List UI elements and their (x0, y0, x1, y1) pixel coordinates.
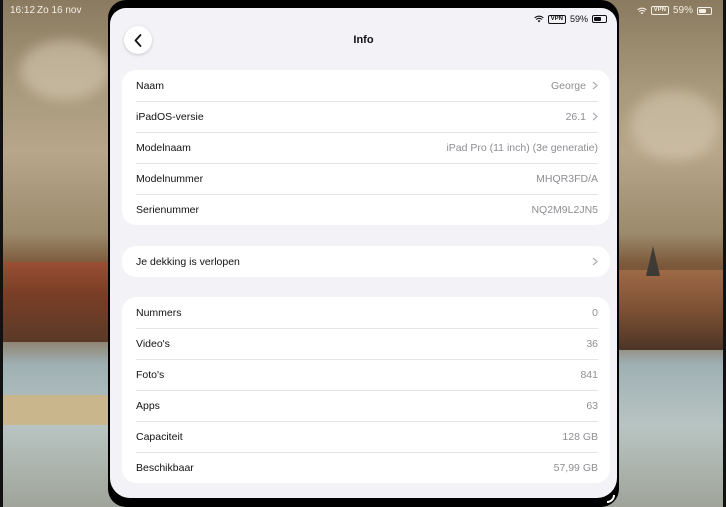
page-title: Info (353, 34, 374, 46)
battery-percentage: 59% (672, 5, 693, 16)
chevron-right-icon (592, 81, 598, 90)
row-value: iPad Pro (11 inch) (3e generatie) (446, 141, 598, 154)
status-time: 16:12 (10, 5, 36, 16)
chevron-right-icon (592, 257, 598, 266)
navigation-bar: Info (110, 26, 617, 56)
status-bar: VPN 59% (533, 14, 607, 24)
row-value: George (550, 79, 586, 92)
photos-row: Foto's 841 (122, 359, 610, 390)
device-info-card: Naam George iPadOS-versie 26.1 Modelnaam… (122, 70, 610, 225)
row-label: Serienummer (136, 203, 200, 216)
ipad-device: VPN 59% Info Naam George iPadOS-versie 2… (108, 0, 619, 507)
row-value: 841 (580, 368, 598, 381)
songs-row: Nummers 0 (122, 297, 610, 328)
wifi-icon (636, 7, 647, 14)
row-value: 0 (592, 306, 598, 319)
model-number-row[interactable]: Modelnummer MHQR3FD/A (122, 163, 610, 194)
ipados-version-row[interactable]: iPadOS-versie 26.1 (122, 101, 610, 132)
model-name-row: Modelnaam iPad Pro (11 inch) (3e generat… (122, 132, 610, 163)
chevron-right-icon (592, 112, 598, 121)
row-value: 128 GB (562, 430, 598, 443)
row-label: Capaciteit (136, 430, 183, 443)
row-value: 36 (586, 337, 598, 350)
row-label: Modelnummer (136, 172, 204, 185)
vpn-badge: VPN (650, 6, 669, 15)
row-label: Naam (136, 79, 165, 92)
media-card: Nummers 0 Video's 36 Foto's 841 Apps 63 … (122, 297, 610, 483)
row-label: Modelnaam (136, 141, 191, 154)
row-label: Video's (136, 337, 170, 350)
name-row[interactable]: Naam George (122, 70, 610, 101)
wifi-icon (533, 15, 544, 23)
apps-row: Apps 63 (122, 390, 610, 421)
available-row: Beschikbaar 57,99 GB (122, 452, 610, 483)
battery-percentage: 59% (569, 14, 588, 24)
row-value: 63 (586, 399, 598, 412)
row-label: Beschikbaar (136, 461, 194, 474)
serial-number-row: Serienummer NQ2M9L2JN5 (122, 194, 610, 225)
row-value: 26.1 (565, 110, 586, 123)
status-date: Zo 16 nov (37, 5, 82, 16)
row-label: Nummers (136, 306, 182, 319)
row-label: iPadOS-versie (136, 110, 204, 123)
battery-icon (592, 15, 607, 23)
row-label: Foto's (136, 368, 165, 381)
row-value: NQ2M9L2JN5 (531, 203, 598, 216)
battery-icon (697, 6, 712, 15)
row-value: MHQR3FD/A (536, 172, 598, 185)
row-value: 57,99 GB (553, 461, 598, 474)
settings-screen: VPN 59% Info Naam George iPadOS-versie 2… (110, 8, 617, 498)
coverage-row[interactable]: Je dekking is verlopen (122, 246, 610, 277)
vpn-badge: VPN (547, 14, 566, 24)
row-label: Je dekking is verlopen (136, 255, 240, 268)
videos-row: Video's 36 (122, 328, 610, 359)
row-label: Apps (136, 399, 160, 412)
coverage-card: Je dekking is verlopen (122, 246, 610, 277)
capacity-row: Capaciteit 128 GB (122, 421, 610, 452)
